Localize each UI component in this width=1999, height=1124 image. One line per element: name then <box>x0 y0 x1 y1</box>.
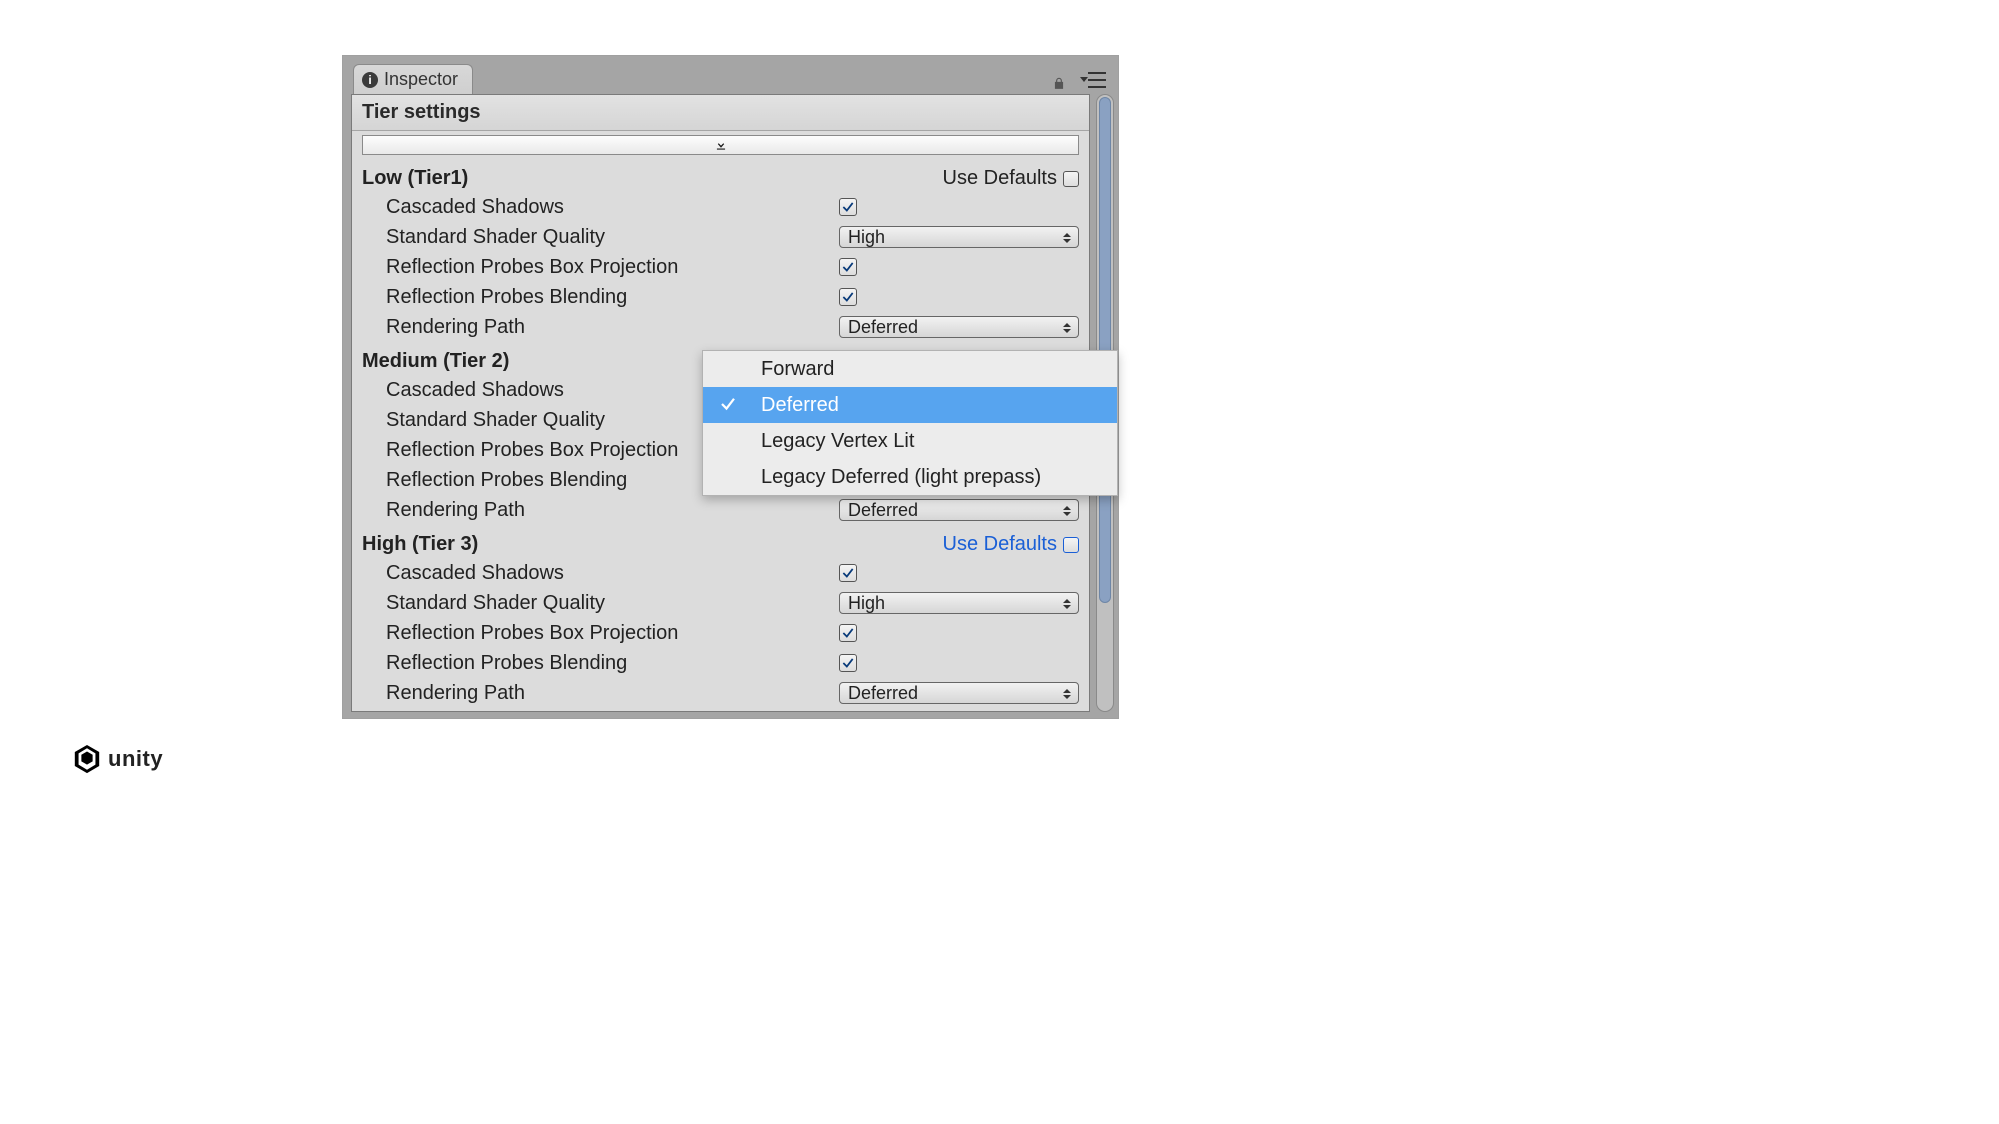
setting-label: Standard Shader Quality <box>386 592 839 615</box>
check-icon <box>719 395 737 419</box>
setting-row: Cascaded Shadows <box>362 192 1079 222</box>
setting-label: Cascaded Shadows <box>386 196 839 219</box>
pane-menu-icon[interactable] <box>1082 72 1106 88</box>
setting-label: Cascaded Shadows <box>386 562 839 585</box>
load-more-bar[interactable] <box>362 135 1079 155</box>
checkbox[interactable] <box>839 288 857 306</box>
popup-item-label: Legacy Deferred (light prepass) <box>761 466 1041 489</box>
dropdown[interactable]: Deferred <box>839 499 1079 521</box>
popup-item[interactable]: Legacy Deferred (light prepass) <box>703 459 1117 495</box>
tier-title: High (Tier 3) <box>362 533 943 556</box>
tier-title: Low (Tier1) <box>362 167 943 190</box>
checkbox[interactable] <box>839 654 857 672</box>
setting-label: Reflection Probes Blending <box>386 286 839 309</box>
setting-label: Reflection Probes Blending <box>386 652 839 675</box>
checkbox[interactable] <box>839 564 857 582</box>
editor-window: i Inspector Tier settings Low (Tier1)Use… <box>342 55 1119 719</box>
dropdown-arrows-icon <box>1062 229 1072 247</box>
popup-item[interactable]: Forward <box>703 351 1117 387</box>
use-defaults-toggle[interactable]: Use Defaults <box>943 167 1080 190</box>
dropdown-arrows-icon <box>1062 319 1072 337</box>
dropdown[interactable]: Deferred <box>839 316 1079 338</box>
dropdown-arrows-icon <box>1062 685 1072 703</box>
popup-item-label: Forward <box>761 358 834 381</box>
download-icon <box>714 138 728 152</box>
setting-control <box>839 654 1079 672</box>
popup-item[interactable]: Legacy Vertex Lit <box>703 423 1117 459</box>
setting-label: Rendering Path <box>386 316 839 339</box>
use-defaults-checkbox[interactable] <box>1063 171 1079 187</box>
setting-control: High <box>839 226 1079 248</box>
tier-header: Low (Tier1)Use Defaults <box>362 163 1079 192</box>
inspector-tab[interactable]: i Inspector <box>353 64 473 94</box>
setting-label: Rendering Path <box>386 682 839 705</box>
setting-control <box>839 258 1079 276</box>
unity-logo: unity <box>72 744 163 774</box>
setting-control <box>839 198 1079 216</box>
setting-row: Reflection Probes Box Projection <box>362 252 1079 282</box>
unity-logo-icon <box>72 744 102 774</box>
section-title: Tier settings <box>352 95 1089 131</box>
setting-row: Rendering Path Deferred <box>362 678 1079 708</box>
checkbox[interactable] <box>839 624 857 642</box>
lock-icon[interactable] <box>1052 73 1066 96</box>
checkbox[interactable] <box>839 258 857 276</box>
setting-control: Deferred <box>839 682 1079 704</box>
setting-row: Reflection Probes Box Projection <box>362 618 1079 648</box>
setting-row: Cascaded Shadows <box>362 558 1079 588</box>
dropdown-value: High <box>848 593 885 614</box>
dropdown[interactable]: High <box>839 592 1079 614</box>
dropdown[interactable]: High <box>839 226 1079 248</box>
use-defaults-label: Use Defaults <box>943 167 1058 190</box>
popup-item-label: Legacy Vertex Lit <box>761 430 914 453</box>
use-defaults-checkbox[interactable] <box>1063 537 1079 553</box>
unity-logo-text: unity <box>108 746 163 772</box>
setting-row: Reflection Probes Blending <box>362 648 1079 678</box>
setting-control: Deferred <box>839 316 1079 338</box>
dropdown-arrows-icon <box>1062 502 1072 520</box>
tier-block: Low (Tier1)Use Defaults Cascaded Shadows S… <box>352 159 1089 342</box>
checkbox[interactable] <box>839 198 857 216</box>
setting-row: Rendering Path Deferred <box>362 495 1079 525</box>
setting-control <box>839 288 1079 306</box>
setting-control <box>839 564 1079 582</box>
rendering-path-popup[interactable]: Forward Deferred Legacy Vertex Lit Legacy D… <box>702 350 1118 496</box>
use-defaults-label: Use Defaults <box>943 533 1058 556</box>
info-icon: i <box>362 72 378 88</box>
setting-control: Deferred <box>839 499 1079 521</box>
setting-row: Rendering Path Deferred <box>362 312 1079 342</box>
tier-block: High (Tier 3)Use Defaults Cascaded Shadow… <box>352 525 1089 708</box>
use-defaults-toggle[interactable]: Use Defaults <box>943 533 1080 556</box>
setting-row: Standard Shader Quality High <box>362 222 1079 252</box>
setting-label: Reflection Probes Box Projection <box>386 256 839 279</box>
dropdown-arrows-icon <box>1062 595 1072 613</box>
dropdown-value: Deferred <box>848 683 918 704</box>
tab-bar: i Inspector <box>353 64 473 94</box>
dropdown-value: High <box>848 227 885 248</box>
setting-control <box>839 624 1079 642</box>
setting-row: Reflection Probes Blending <box>362 282 1079 312</box>
setting-label: Reflection Probes Box Projection <box>386 622 839 645</box>
inspector-tab-label: Inspector <box>384 69 458 90</box>
tier-header: High (Tier 3)Use Defaults <box>362 529 1079 558</box>
setting-label: Rendering Path <box>386 499 839 522</box>
popup-item[interactable]: Deferred <box>703 387 1117 423</box>
dropdown[interactable]: Deferred <box>839 682 1079 704</box>
dropdown-value: Deferred <box>848 317 918 338</box>
dropdown-value: Deferred <box>848 500 918 521</box>
setting-control: High <box>839 592 1079 614</box>
setting-label: Standard Shader Quality <box>386 226 839 249</box>
setting-row: Standard Shader Quality High <box>362 588 1079 618</box>
popup-item-label: Deferred <box>761 394 839 417</box>
